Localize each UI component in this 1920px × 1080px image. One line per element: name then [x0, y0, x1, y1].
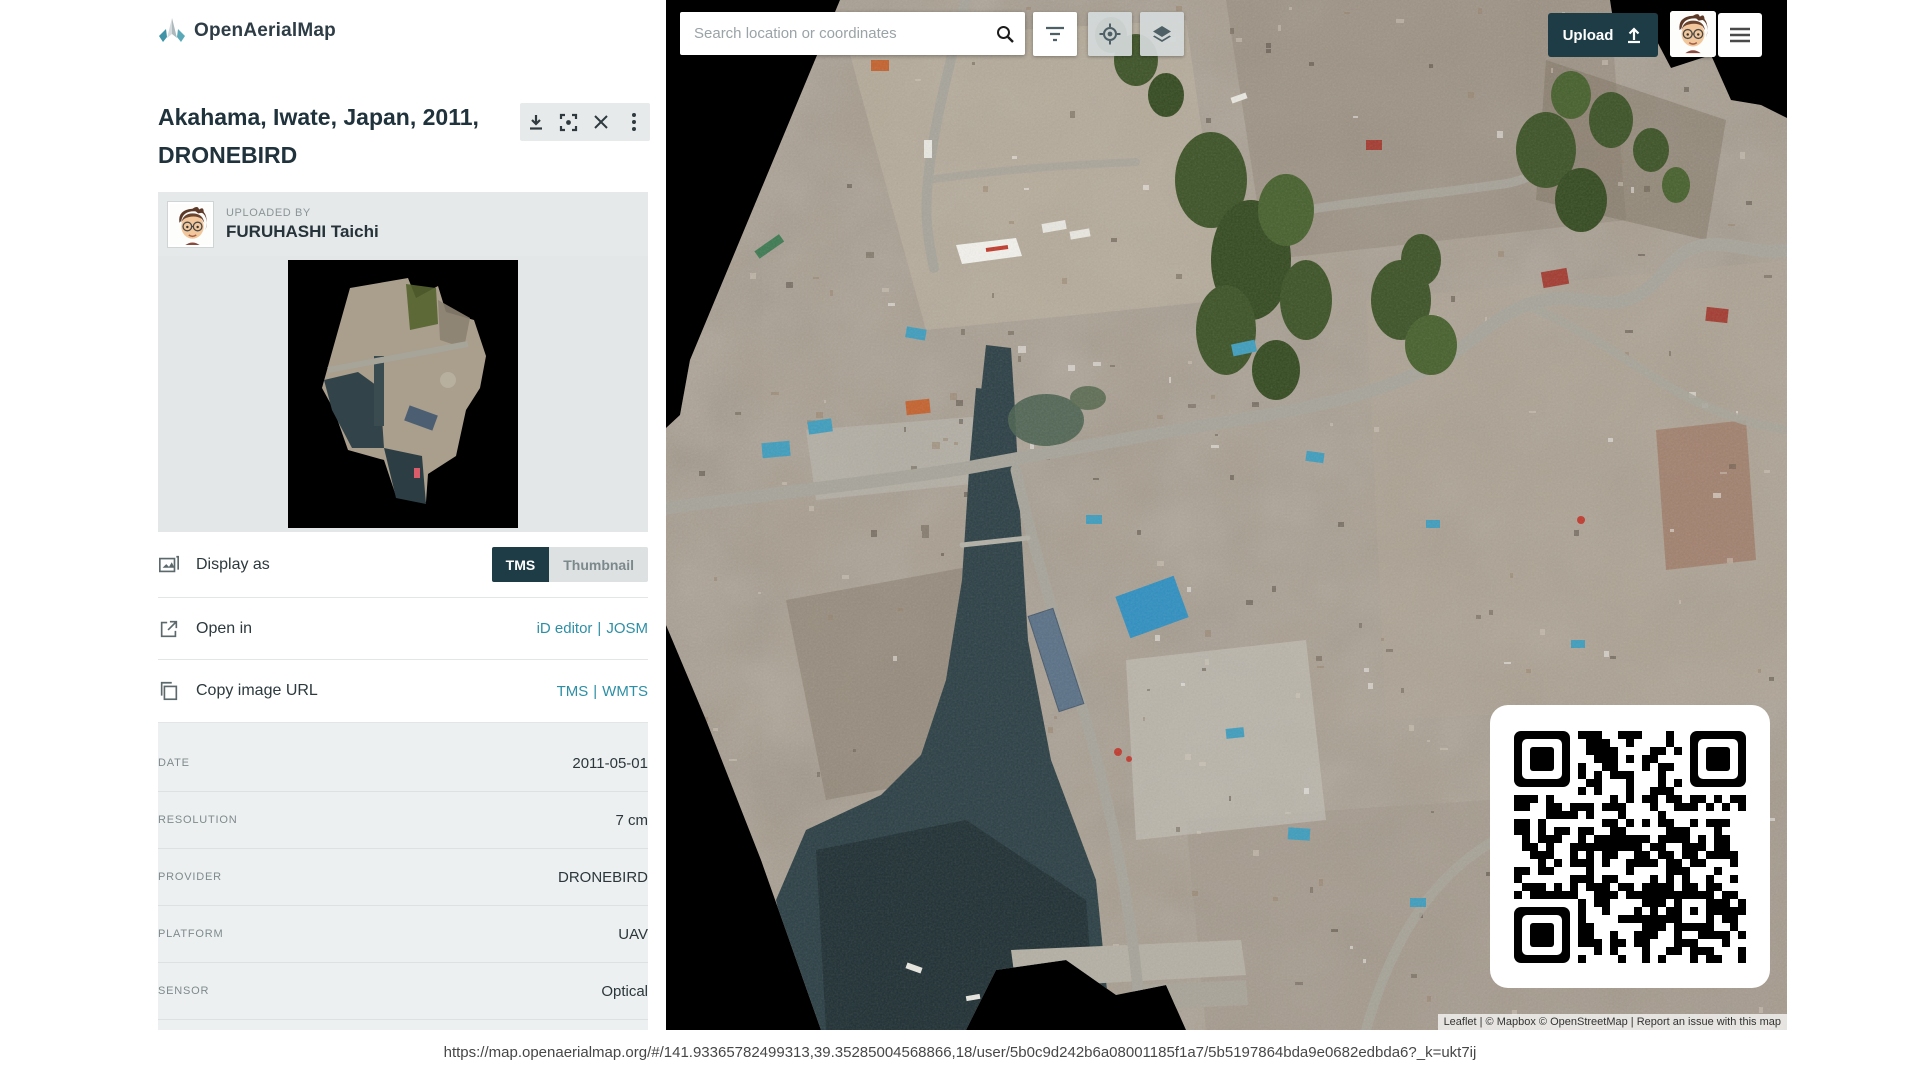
qr-code-card: [1490, 705, 1770, 988]
uploader-name[interactable]: FURUHASHI Taichi: [226, 222, 379, 242]
metadata-label: DATE: [158, 757, 190, 769]
download-icon: [527, 113, 545, 131]
copy-image-url-row: Copy image URL TMS| WMTS: [158, 660, 648, 723]
metadata-row-date: DATE 2011-05-01: [158, 735, 648, 792]
metadata-label: SENSOR: [158, 985, 209, 997]
image-actions-toolbar: [520, 103, 650, 141]
display-as-icon: [158, 554, 180, 576]
open-in-josm-link[interactable]: JOSM: [606, 620, 648, 637]
uploader-text: UPLOADED BY FURUHASHI Taichi: [226, 207, 379, 242]
open-in-links: iD editor| JOSM: [537, 620, 648, 637]
upload-icon: [1625, 26, 1643, 44]
uploader-avatar[interactable]: [168, 202, 213, 247]
link-separator: |: [597, 620, 601, 637]
metadata-label: PROVIDER: [158, 871, 222, 883]
uploaded-by-label: UPLOADED BY: [226, 207, 379, 219]
metadata-row-resolution: RESOLUTION 7 cm: [158, 792, 648, 849]
filter-button[interactable]: [1033, 12, 1077, 56]
metadata-row-platform: PLATFORM UAV: [158, 906, 648, 963]
locate-icon: [1099, 23, 1121, 45]
metadata-label: PLATFORM: [158, 928, 223, 940]
open-in-label: Open in: [196, 620, 252, 638]
zoom-to-extent-icon: [559, 113, 578, 132]
image-title: Akahama, Iwate, Japan, 2011, DRONEBIRD: [158, 98, 518, 174]
search-input[interactable]: [680, 25, 985, 42]
open-in-id-editor-link[interactable]: iD editor: [537, 620, 593, 637]
metadata-label: RESOLUTION: [158, 814, 238, 826]
uploader-header: UPLOADED BY FURUHASHI Taichi: [158, 192, 648, 256]
metadata-value: 2011-05-01: [572, 755, 648, 772]
app-name: OpenAerialMap: [194, 20, 336, 42]
metadata-value: 7 cm: [615, 812, 648, 829]
link-separator: |: [593, 683, 597, 700]
main-menu-button[interactable]: [1718, 13, 1762, 57]
close-icon: [593, 114, 609, 130]
upload-button[interactable]: Upload: [1548, 13, 1658, 57]
attribution-text: Leaflet | © Mapbox © OpenStreetMap | Rep…: [1444, 1016, 1781, 1028]
download-button[interactable]: [522, 107, 550, 137]
app-logo[interactable]: OpenAerialMap: [157, 16, 336, 46]
filter-icon: [1044, 25, 1066, 43]
image-title-line2: DRONEBIRD: [158, 136, 518, 174]
upload-button-label: Upload: [1563, 27, 1614, 44]
layers-button[interactable]: [1140, 12, 1184, 56]
metadata-row-provider: PROVIDER DRONEBIRD: [158, 849, 648, 906]
copy-tms-link[interactable]: TMS: [557, 683, 589, 700]
toggle-option-thumbnail[interactable]: Thumbnail: [549, 547, 648, 582]
copy-url-links: TMS| WMTS: [557, 683, 648, 700]
search-icon: [995, 24, 1015, 44]
copy-icon: [158, 680, 180, 702]
map-canvas[interactable]: Upload: [666, 0, 1787, 1030]
map-attribution[interactable]: Leaflet | © Mapbox © OpenStreetMap | Rep…: [1438, 1014, 1787, 1030]
more-options-button[interactable]: [620, 107, 648, 137]
metadata-table: DATE 2011-05-01 RESOLUTION 7 cm PROVIDER…: [158, 723, 648, 1030]
metadata-value: UAV: [618, 926, 648, 943]
locate-me-button[interactable]: [1088, 12, 1132, 56]
metadata-value: Optical: [601, 983, 648, 1000]
oam-plane-icon: [157, 16, 187, 46]
metadata-value: DRONEBIRD: [558, 869, 648, 886]
open-in-row: Open in iD editor| JOSM: [158, 598, 648, 660]
kebab-menu-icon: [631, 112, 637, 132]
metadata-row-sensor: SENSOR Optical: [158, 963, 648, 1020]
zoom-to-extent-button[interactable]: [555, 107, 583, 137]
page-url: https://map.openaerialmap.org/#/141.9336…: [0, 1044, 1920, 1061]
close-panel-button[interactable]: [587, 107, 615, 137]
copy-wmts-link[interactable]: WMTS: [602, 683, 648, 700]
image-title-line1: Akahama, Iwate, Japan, 2011,: [158, 98, 518, 136]
open-in-icon: [158, 618, 180, 640]
uploader-card: UPLOADED BY FURUHASHI Taichi: [158, 192, 648, 532]
display-mode-toggle: TMS Thumbnail: [492, 547, 648, 582]
display-as-label: Display as: [196, 556, 270, 574]
copy-image-url-label: Copy image URL: [196, 682, 318, 700]
toggle-option-tms[interactable]: TMS: [492, 547, 550, 582]
uploader-avatar-image: [170, 204, 213, 247]
openaerialmap-page: OpenAerialMap Akahama, Iwate, Japan, 201…: [0, 0, 1920, 1080]
hamburger-menu-icon: [1729, 27, 1751, 43]
user-avatar-image: [1670, 11, 1716, 57]
display-as-row: Display as TMS Thumbnail: [158, 532, 648, 598]
map-search-bar: [680, 12, 1025, 55]
image-thumbnail-art: [288, 260, 518, 528]
search-button[interactable]: [985, 24, 1025, 44]
user-avatar[interactable]: [1670, 11, 1716, 57]
image-preview-container: [158, 256, 648, 532]
image-details-sidebar: OpenAerialMap Akahama, Iwate, Japan, 201…: [0, 0, 666, 1030]
image-thumbnail[interactable]: [288, 260, 518, 528]
layers-icon: [1151, 23, 1173, 45]
qr-code: [1514, 731, 1746, 963]
